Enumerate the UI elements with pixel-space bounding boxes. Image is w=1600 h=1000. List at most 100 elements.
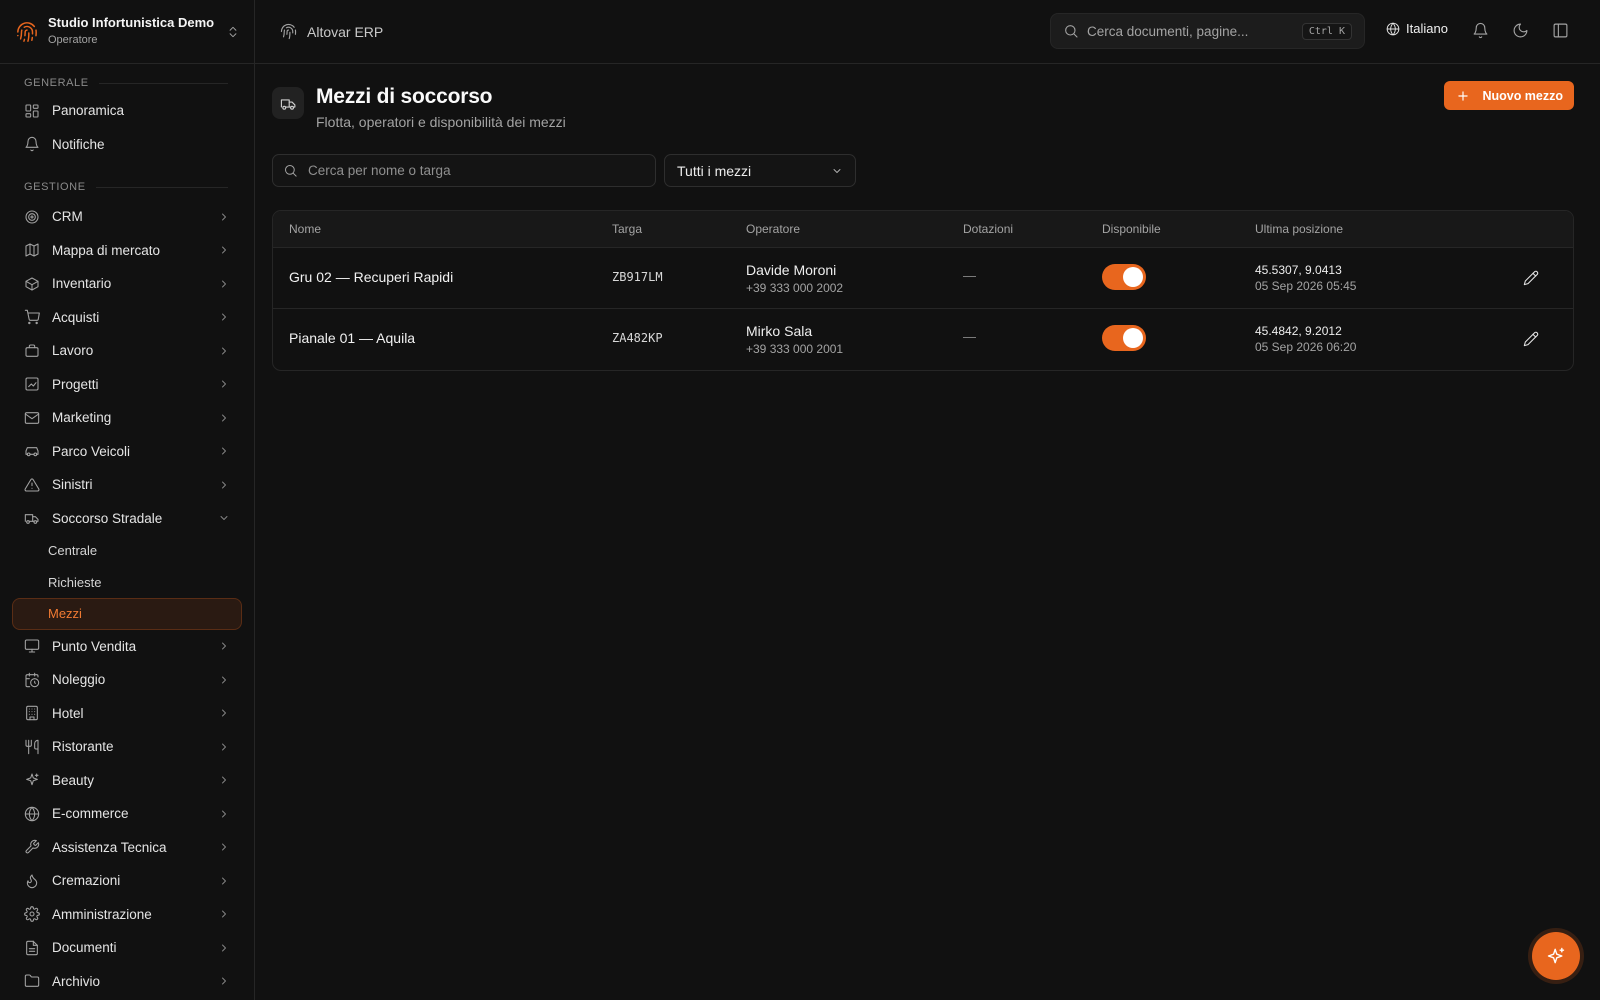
column-header-ultima-posizione[interactable]: Ultima posizione bbox=[1255, 222, 1343, 236]
sidebar-item-amministrazione[interactable]: Amministrazione bbox=[12, 898, 242, 932]
chevron-right-icon bbox=[218, 975, 230, 987]
sparkles-icon bbox=[1547, 947, 1565, 964]
new-vehicle-label: Nuovo mezzo bbox=[1482, 88, 1563, 103]
page-title: Mezzi di soccorso bbox=[316, 85, 493, 108]
chevron-right-icon bbox=[218, 674, 230, 686]
sidebar-subitem-richieste[interactable]: Richieste bbox=[12, 567, 242, 599]
new-vehicle-button[interactable]: Nuovo mezzo bbox=[1444, 81, 1574, 110]
column-header-targa[interactable]: Targa bbox=[612, 222, 642, 236]
sidebar-item-archivio[interactable]: Archivio bbox=[12, 965, 242, 999]
section-title-generale: Generale bbox=[0, 76, 254, 90]
sidebar-item-label: Panoramica bbox=[52, 103, 125, 119]
sidebar-item-label: Mappa di mercato bbox=[52, 242, 161, 258]
availability-toggle[interactable] bbox=[1102, 264, 1146, 290]
sidebar-item-hotel[interactable]: Hotel bbox=[12, 697, 242, 731]
toggle-panel-button[interactable] bbox=[1552, 22, 1569, 39]
sidebar-item-noleggio[interactable]: Noleggio bbox=[12, 663, 242, 697]
sidebar-subitem-centrale[interactable]: Centrale bbox=[12, 535, 242, 567]
vehicle-filter-select[interactable]: Tutti i mezzi bbox=[664, 154, 856, 187]
ai-assistant-button[interactable] bbox=[1532, 932, 1580, 980]
sidebar-item-label: Archivio bbox=[52, 973, 101, 989]
chart-icon bbox=[25, 377, 39, 391]
pencil-icon bbox=[1523, 331, 1539, 347]
vehicle-operator: Davide Moroni +39 333 000 2002 bbox=[746, 261, 843, 296]
position-coords: 45.5307, 9.0413 bbox=[1255, 263, 1342, 277]
vehicles-table: Nome Targa Operatore Dotazioni Disponibi… bbox=[272, 210, 1574, 371]
chevron-right-icon bbox=[218, 774, 230, 786]
sidebar-item-marketing[interactable]: Marketing bbox=[12, 401, 242, 435]
vehicle-search-placeholder: Cerca per nome o targa bbox=[308, 163, 451, 178]
moon-icon bbox=[1513, 23, 1528, 38]
language-selector[interactable]: Italiano bbox=[1386, 21, 1448, 36]
sidebar-item-panoramica[interactable]: Panoramica bbox=[12, 94, 242, 128]
chevron-right-icon bbox=[218, 908, 230, 920]
table-header: Nome Targa Operatore Dotazioni Disponibi… bbox=[273, 211, 1573, 248]
sidebar: Studio Infortunistica Demo Operatore Gen… bbox=[0, 0, 255, 1000]
package-icon bbox=[25, 277, 39, 291]
vehicle-plate: ZB917LM bbox=[612, 270, 663, 284]
column-header-dotazioni[interactable]: Dotazioni bbox=[963, 222, 1013, 236]
sidebar-item-label: E-commerce bbox=[52, 806, 129, 822]
sidebar-item-label: Beauty bbox=[52, 772, 95, 788]
operator-phone: +39 333 000 2002 bbox=[746, 281, 844, 295]
edit-button[interactable] bbox=[1523, 270, 1539, 286]
bell-icon bbox=[1473, 22, 1488, 39]
edit-button[interactable] bbox=[1523, 331, 1539, 347]
bell-icon bbox=[25, 137, 39, 152]
column-header-nome[interactable]: Nome bbox=[289, 222, 321, 236]
theme-toggle-button[interactable] bbox=[1512, 22, 1529, 39]
operator-phone: +39 333 000 2001 bbox=[746, 342, 844, 356]
page-subtitle: Flotta, operatori e disponibilità dei me… bbox=[316, 114, 566, 130]
chevron-right-icon bbox=[218, 445, 230, 457]
sidebar-item-progetti[interactable]: Progetti bbox=[12, 368, 242, 402]
flame-icon bbox=[26, 874, 38, 888]
search-icon bbox=[285, 165, 297, 177]
sidebar-item-label: Inventario bbox=[52, 276, 112, 292]
workspace-switcher[interactable]: Studio Infortunistica Demo Operatore bbox=[0, 0, 254, 64]
sidebar-item-inventario[interactable]: Inventario bbox=[12, 267, 242, 301]
table-row[interactable]: Gru 02 — Recuperi Rapidi ZB917LM Davide … bbox=[273, 248, 1573, 309]
chevron-right-icon bbox=[218, 808, 230, 820]
column-header-operatore[interactable]: Operatore bbox=[746, 222, 800, 236]
sidebar-item-beauty[interactable]: Beauty bbox=[12, 764, 242, 798]
chevron-right-icon bbox=[218, 244, 230, 256]
global-search-input[interactable]: Cerca documenti, pagine... Ctrl K bbox=[1050, 13, 1365, 49]
column-header-disponibile[interactable]: Disponibile bbox=[1102, 222, 1161, 236]
vehicle-search-input[interactable]: Cerca per nome o targa bbox=[272, 154, 656, 187]
settings-icon bbox=[24, 906, 40, 923]
sidebar-item-e-commerce[interactable]: E-commerce bbox=[12, 797, 242, 831]
sidebar-subitem-mezzi[interactable]: Mezzi bbox=[12, 598, 242, 630]
chevron-right-icon bbox=[218, 412, 230, 424]
table-row[interactable]: Pianale 01 — Aquila ZA482KP Mirko Sala +… bbox=[273, 309, 1573, 370]
chevrons-up-down-icon[interactable] bbox=[226, 25, 240, 39]
sidebar-item-parco-veicoli[interactable]: Parco Veicoli bbox=[12, 435, 242, 469]
sidebar-item-mappa-di-mercato[interactable]: Mappa di mercato bbox=[12, 234, 242, 268]
map-icon bbox=[25, 243, 39, 257]
availability-toggle[interactable] bbox=[1102, 325, 1146, 351]
wrench-icon bbox=[25, 840, 40, 854]
sidebar-item-punto-vendita[interactable]: Punto Vendita bbox=[12, 630, 242, 664]
sidebar-item-notifiche[interactable]: Notifiche bbox=[12, 128, 242, 162]
toggle-knob bbox=[1123, 267, 1143, 287]
sidebar-item-label: Noleggio bbox=[52, 672, 106, 688]
app-breadcrumb[interactable]: Altovar ERP bbox=[280, 23, 383, 40]
sidebar-item-ristorante[interactable]: Ristorante bbox=[12, 730, 242, 764]
sidebar-item-documenti[interactable]: Documenti bbox=[12, 931, 242, 965]
chevron-right-icon bbox=[218, 942, 230, 954]
sidebar-item-crm[interactable]: CRM bbox=[12, 200, 242, 234]
sidebar-item-lavoro[interactable]: Lavoro bbox=[12, 334, 242, 368]
sidebar-item-sinistri[interactable]: Sinistri bbox=[12, 468, 242, 502]
sidebar-item-label: Sinistri bbox=[52, 477, 93, 493]
sidebar-item-label: Ristorante bbox=[52, 739, 114, 755]
monitor-icon bbox=[24, 639, 40, 653]
vehicle-last-position: 45.4842, 9.2012 05 Sep 2026 06:20 bbox=[1255, 323, 1356, 355]
notifications-button[interactable] bbox=[1472, 22, 1489, 39]
sidebar-item-acquisti[interactable]: Acquisti bbox=[12, 301, 242, 335]
chevron-down-icon bbox=[218, 512, 230, 524]
sidebar-item-assistenza-tecnica[interactable]: Assistenza Tecnica bbox=[12, 831, 242, 865]
page-icon bbox=[272, 87, 304, 119]
sidebar-item-soccorso-stradale[interactable]: Soccorso Stradale bbox=[12, 502, 242, 536]
language-label: Italiano bbox=[1406, 21, 1448, 36]
panel-icon bbox=[1553, 23, 1568, 38]
sidebar-item-cremazioni[interactable]: Cremazioni bbox=[12, 864, 242, 898]
